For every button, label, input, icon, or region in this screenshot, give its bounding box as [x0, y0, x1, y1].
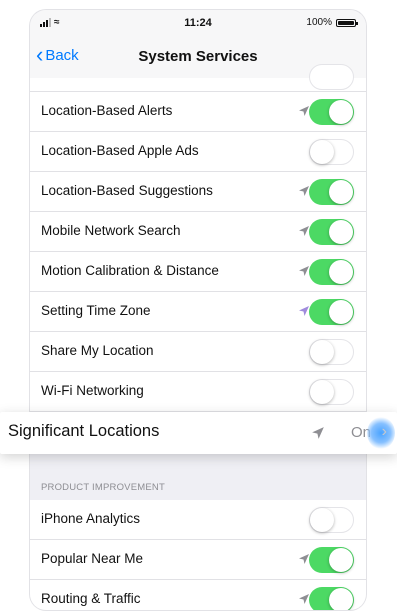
system-services-list: Location-Based Alerts Location-Based Appl… — [30, 92, 366, 412]
toggle-switch[interactable] — [309, 379, 354, 405]
chevron-right-icon: › — [381, 423, 387, 440]
section-header-product-improvement: PRODUCT IMPROVEMENT — [41, 482, 165, 493]
setting-row-share-my-location: Share My Location — [30, 332, 366, 372]
toggle-knob — [329, 300, 353, 324]
toggle-knob — [329, 548, 353, 572]
toggle-knob — [329, 180, 353, 204]
significant-locations-row[interactable]: Significant Locations On › — [0, 412, 397, 454]
battery-indicator: 100% — [306, 17, 358, 28]
toggle-knob — [310, 508, 334, 532]
toggle-knob — [329, 100, 353, 124]
setting-label: Wi-Fi Networking — [41, 383, 144, 398]
setting-row-routing-and-traffic: Routing & Traffic — [30, 580, 366, 610]
toggle-knob — [329, 260, 353, 284]
toggle-knob — [329, 588, 353, 610]
toggle-switch[interactable] — [309, 587, 354, 610]
toggle-switch[interactable] — [309, 139, 354, 165]
partially-hidden-row — [30, 64, 366, 92]
toggle-knob — [310, 340, 334, 364]
toggle-switch[interactable] — [309, 299, 354, 325]
toggle-switch[interactable] — [309, 339, 354, 365]
product-improvement-list: iPhone Analytics Popular Near Me Routing &… — [30, 500, 366, 610]
toggle-switch[interactable] — [309, 99, 354, 125]
location-arrow-icon — [312, 427, 324, 439]
setting-row-popular-near-me: Popular Near Me — [30, 540, 366, 580]
setting-label: Location-Based Apple Ads — [41, 143, 199, 158]
setting-row-iphone-analytics: iPhone Analytics — [30, 500, 366, 540]
setting-row-location-based-alerts: Location-Based Alerts — [30, 92, 366, 132]
toggle-switch[interactable] — [309, 547, 354, 573]
setting-label: Mobile Network Search — [41, 223, 181, 238]
significant-locations-label: Significant Locations — [8, 422, 160, 440]
page-title: System Services — [138, 48, 258, 65]
setting-label: Setting Time Zone — [41, 303, 151, 318]
setting-row-wi-fi-networking: Wi-Fi Networking — [30, 372, 366, 412]
setting-label: Share My Location — [41, 343, 154, 358]
phone-screen: ≈ 11:24 100% ‹ Back System Services Loca… — [30, 10, 366, 610]
setting-row-location-based-apple-ads: Location-Based Apple Ads — [30, 132, 366, 172]
battery-percent: 100% — [306, 17, 332, 28]
screenshot-stage: ≈ 11:24 100% ‹ Back System Services Loca… — [0, 0, 397, 614]
setting-label: Location-Based Alerts — [41, 103, 173, 118]
setting-label: Motion Calibration & Distance — [41, 263, 219, 278]
setting-label: Location-Based Suggestions — [41, 183, 213, 198]
toggle-knob — [310, 380, 334, 404]
setting-row-setting-time-zone: Setting Time Zone — [30, 292, 366, 332]
toggle-switch[interactable] — [309, 507, 354, 533]
setting-label: iPhone Analytics — [41, 511, 141, 526]
toggle-switch[interactable] — [309, 259, 354, 285]
setting-label: Routing & Traffic — [41, 591, 141, 606]
battery-icon — [336, 18, 358, 27]
setting-row-mobile-network-search: Mobile Network Search — [30, 212, 366, 252]
status-bar: ≈ 11:24 100% — [30, 10, 366, 36]
toggle-switch[interactable] — [309, 179, 354, 205]
toggle-switch[interactable] — [309, 219, 354, 245]
setting-row-location-based-suggestions: Location-Based Suggestions — [30, 172, 366, 212]
toggle-knob — [310, 140, 334, 164]
partially-hidden-toggle — [309, 64, 354, 90]
toggle-knob — [329, 220, 353, 244]
setting-label: Popular Near Me — [41, 551, 144, 566]
setting-row-motion-calibration-and-distance: Motion Calibration & Distance — [30, 252, 366, 292]
